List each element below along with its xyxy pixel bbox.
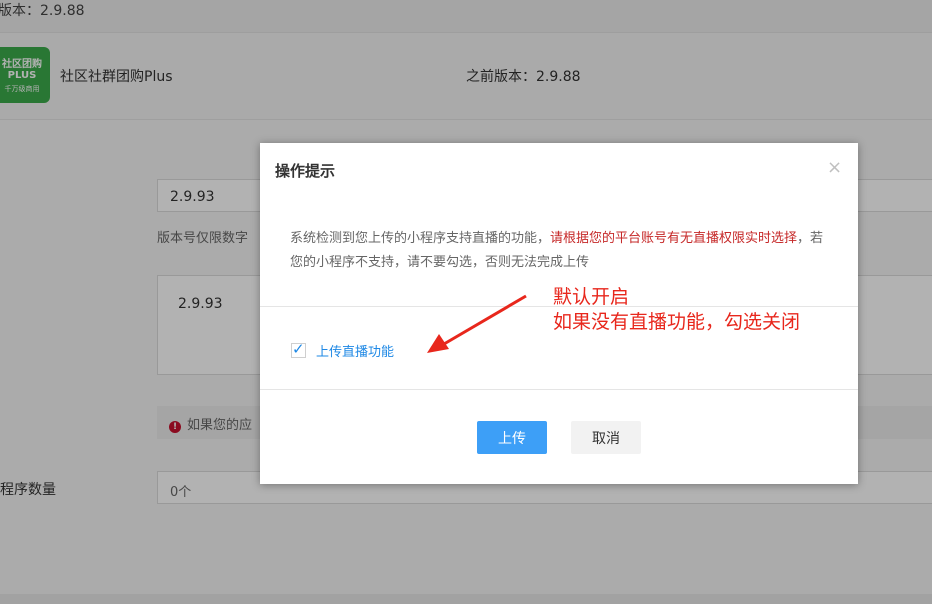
divider xyxy=(260,389,858,390)
close-icon[interactable]: × xyxy=(827,157,842,178)
cancel-button[interactable]: 取消 xyxy=(571,421,641,454)
dialog-message: 系统检测到您上传的小程序支持直播的功能，请根据您的平台账号有无直播权限实时选择，… xyxy=(290,227,830,275)
checkbox-label[interactable]: 上传直播功能 xyxy=(316,345,394,360)
message-part1: 系统检测到您上传的小程序支持直播的功能， xyxy=(290,231,551,246)
annotation-line2: 如果没有直播功能，勾选关闭 xyxy=(553,311,801,333)
checkbox-box[interactable]: ✓ xyxy=(291,340,306,358)
checkmark-icon: ✓ xyxy=(292,340,305,358)
message-red: 请根据您的平台账号有无直播权限实时选择 xyxy=(550,231,798,246)
live-upload-checkbox[interactable]: ✓ 上传直播功能 xyxy=(291,340,394,360)
upload-button[interactable]: 上传 xyxy=(477,421,547,454)
annotation-line1: 默认开启 xyxy=(553,286,630,308)
dialog-title: 操作提示 xyxy=(275,162,336,180)
annotation-text: 默认开启 如果没有直播功能，勾选关闭 xyxy=(553,285,800,335)
